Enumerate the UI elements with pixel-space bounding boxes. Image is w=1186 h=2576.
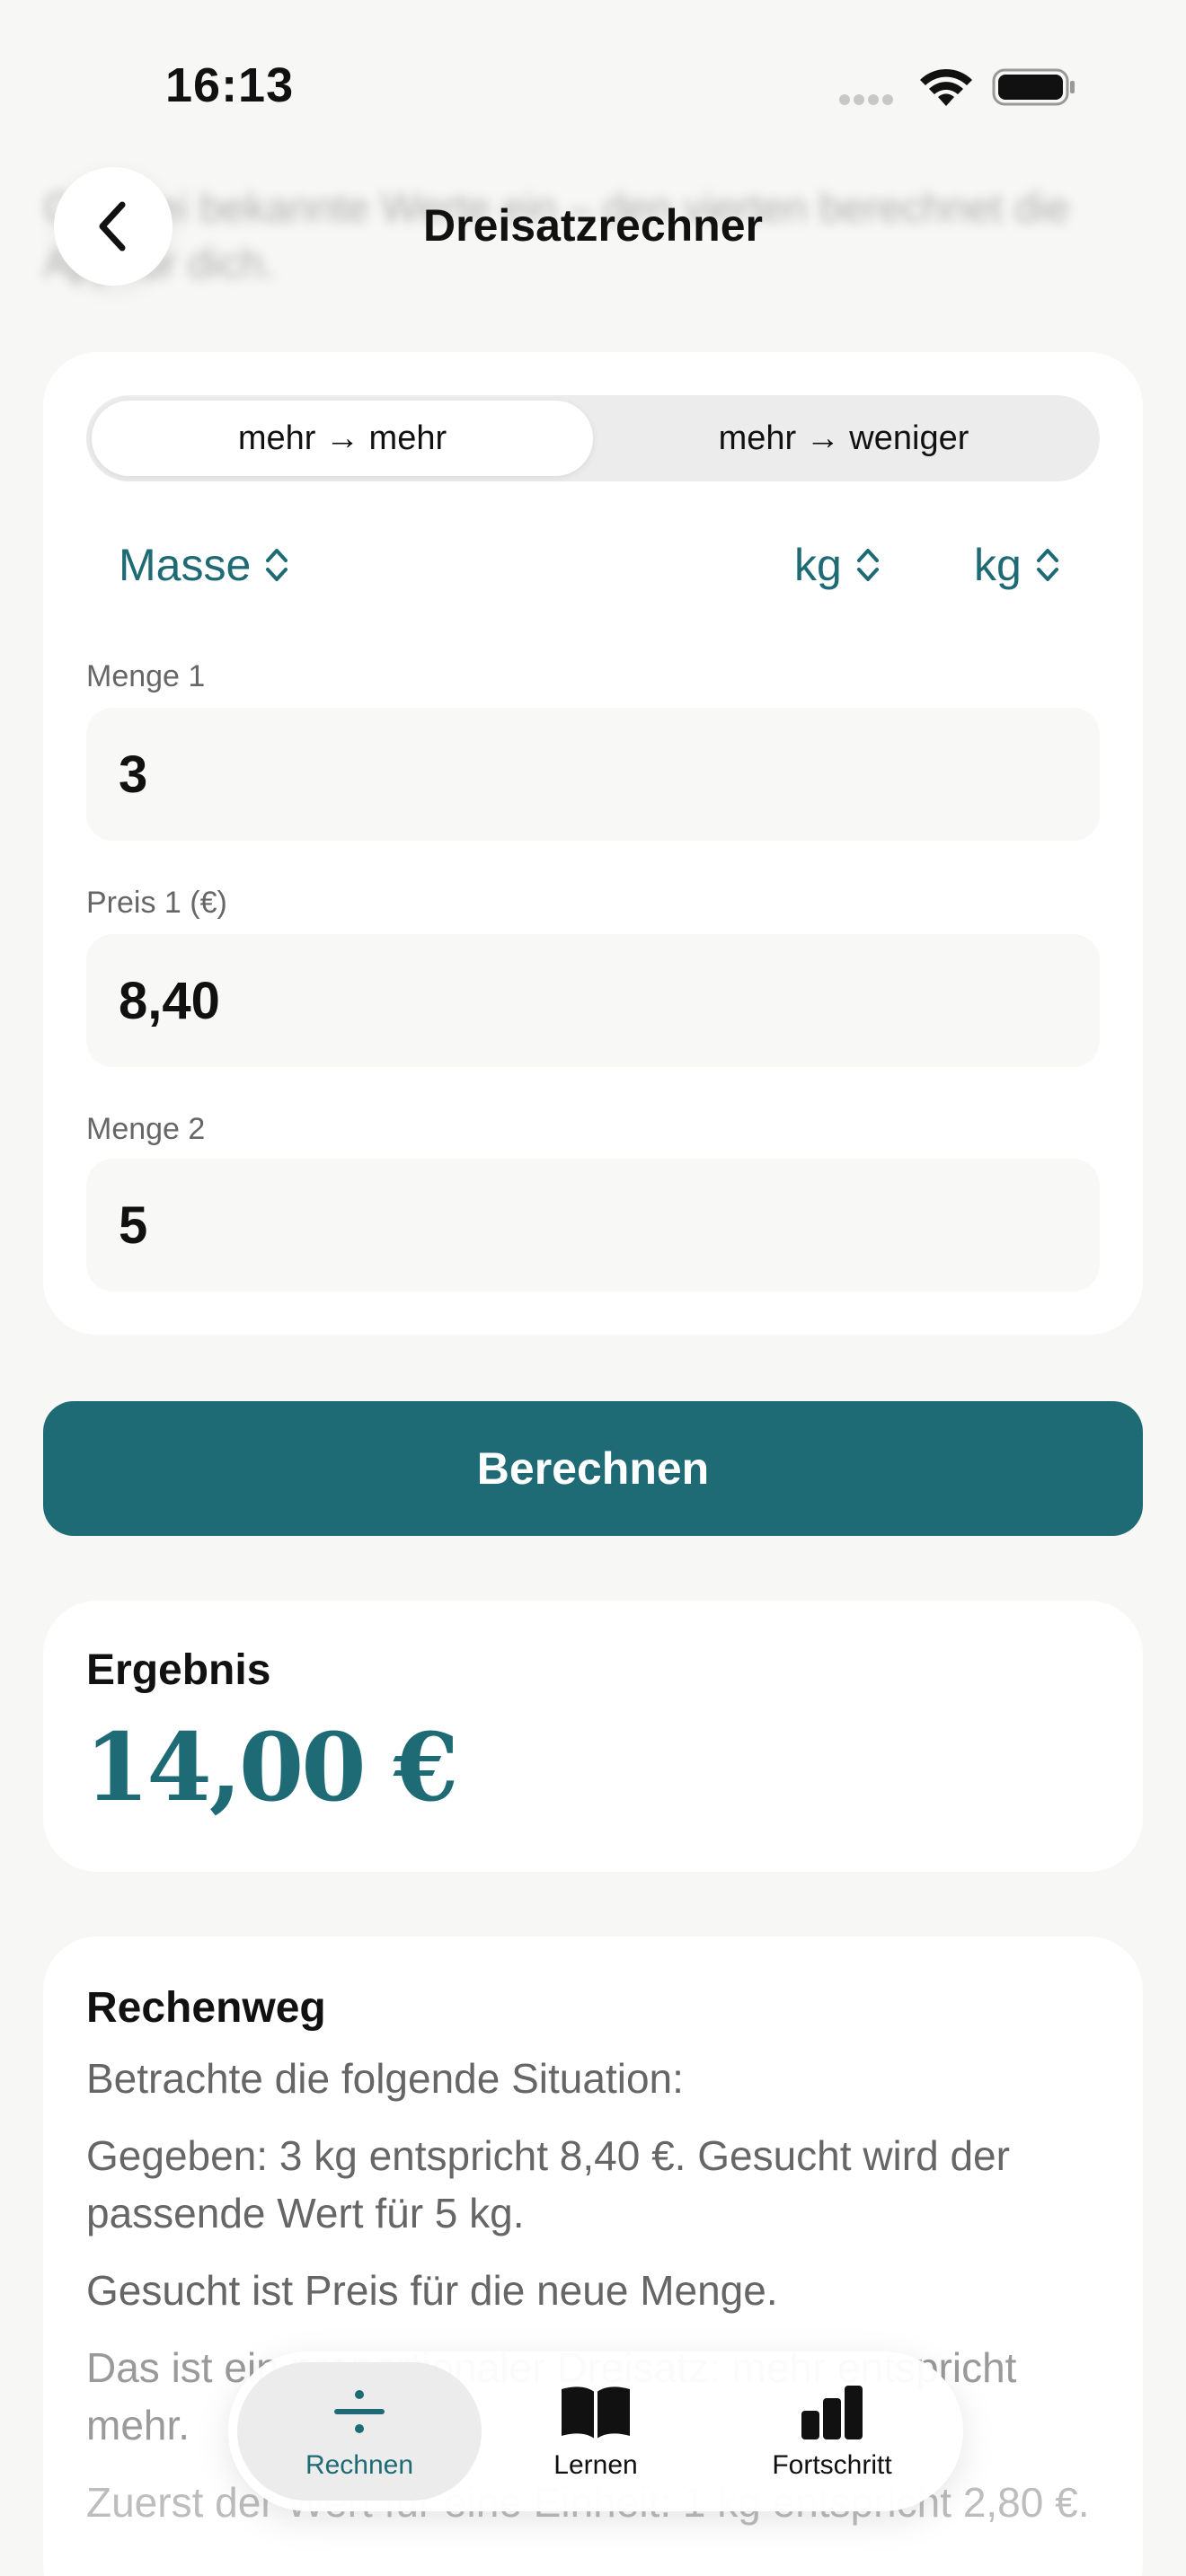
menge-1-input[interactable]: 3 xyxy=(86,708,1100,841)
battery-icon xyxy=(992,68,1075,106)
result-card: Ergebnis 14,00 € xyxy=(43,1601,1143,1872)
tab-label: Rechnen xyxy=(305,2450,414,2480)
result-value: 14,00 € xyxy=(84,1712,458,1822)
chevron-up-down-icon xyxy=(856,549,879,581)
bar-chart-icon xyxy=(801,2386,863,2439)
input-card: mehr → mehr mehr → weniger Masse kg kg M… xyxy=(43,352,1143,1335)
unit-1-label: kg xyxy=(794,540,842,590)
tab-label: Lernen xyxy=(553,2450,638,2480)
quantity-type-picker[interactable]: Masse xyxy=(119,539,290,591)
step-text: Gesucht ist Preis für die neue Menge. xyxy=(86,2267,778,2314)
mode-option-inverse[interactable]: mehr → weniger xyxy=(593,401,1094,476)
wifi-icon xyxy=(920,68,972,106)
mode-segmented-control: mehr → mehr mehr → weniger xyxy=(86,395,1100,481)
steps-heading: Rechenweg xyxy=(86,1984,326,2032)
tab-bar: Rechnen Lernen Fortschritt xyxy=(228,2351,963,2511)
menge-2-input[interactable]: 5 xyxy=(86,1159,1100,1292)
calculate-button[interactable]: Berechnen xyxy=(43,1401,1143,1536)
tab-label: Fortschritt xyxy=(772,2450,892,2480)
page-title: Dreisatzrechner xyxy=(423,200,763,251)
field-label-menge-1: Menge 1 xyxy=(86,659,206,693)
chevron-up-down-icon xyxy=(266,549,288,581)
tab-rechnen[interactable]: Rechnen xyxy=(237,2362,482,2501)
field-label-preis-1: Preis 1 (€) xyxy=(86,886,227,920)
step-text: Betrachte die folgende Situation: xyxy=(86,2055,684,2102)
divide-icon xyxy=(334,2390,385,2433)
unit-2-label: kg xyxy=(974,540,1022,590)
field-label-menge-2: Menge 2 xyxy=(86,1112,206,1146)
unit-1-picker[interactable]: kg xyxy=(794,539,881,591)
step-text: Gegeben: 3 kg entspricht 8,40 €. Gesucht… xyxy=(86,2132,1010,2236)
quantity-type-label: Masse xyxy=(119,540,252,590)
cellular-signal-icon xyxy=(839,93,902,106)
book-icon xyxy=(562,2386,630,2439)
status-bar: 16:13 xyxy=(0,0,1186,171)
status-time: 16:13 xyxy=(165,58,295,112)
mode-option-proportional[interactable]: mehr → mehr xyxy=(92,401,593,476)
tab-fortschritt[interactable]: Fortschritt xyxy=(710,2362,954,2501)
unit-2-picker[interactable]: kg xyxy=(974,539,1061,591)
result-heading: Ergebnis xyxy=(86,1646,271,1694)
chevron-up-down-icon xyxy=(1036,549,1058,581)
tab-lernen[interactable]: Lernen xyxy=(485,2362,706,2501)
preis-1-input[interactable]: 8,40 xyxy=(86,934,1100,1067)
